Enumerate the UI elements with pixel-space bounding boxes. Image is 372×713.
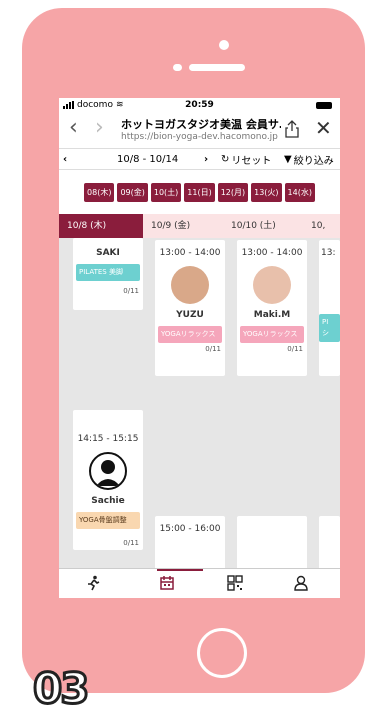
share-icon[interactable]: [285, 120, 299, 138]
qr-code-icon[interactable]: [227, 575, 243, 591]
user-icon[interactable]: [293, 575, 309, 591]
step-number: 03: [31, 664, 90, 713]
day-chip[interactable]: 13(火): [251, 182, 282, 202]
page-url: https://bion-yoga-dev.hacomono.jp: [121, 132, 278, 142]
avatar: [253, 266, 291, 304]
forward-button[interactable]: ›: [95, 116, 104, 140]
lesson-time: 13:00 - 14:00: [241, 248, 303, 258]
instructor-name: YUZU: [176, 310, 204, 320]
capacity: 0/11: [205, 345, 221, 353]
lesson-tag: PILATES 美脚: [76, 264, 140, 281]
active-tab-indicator: [157, 569, 203, 571]
lesson-tag: YOGAリラックス: [158, 326, 222, 343]
filter-icon: ▼: [284, 153, 292, 165]
instructor-name: Sachie: [91, 496, 125, 506]
lesson-card[interactable]: 13:00 - 14:00 YUZU YOGAリラックス 0/11: [155, 240, 225, 376]
browser-bar: ‹ › ホットヨガスタジオ美温 会員サ… https://bion-yoga-d…: [59, 112, 340, 148]
lesson-tag: YOGAリラックス: [240, 326, 304, 343]
date-range: 10/8 - 10/14: [117, 153, 179, 165]
lesson-tag: YOGA骨盤調整: [76, 512, 140, 529]
day-chip[interactable]: 09(金): [117, 182, 148, 202]
home-button[interactable]: [197, 628, 247, 678]
lesson-tag: PI シ: [319, 314, 340, 342]
day-tabs: 10/8 (木) 10/9 (金) 10/10 (土) 10,: [59, 214, 340, 238]
tab-day[interactable]: 10/8 (木): [59, 214, 143, 238]
lesson-card[interactable]: SAKI PILATES 美脚 0/11: [73, 238, 143, 310]
lesson-card[interactable]: 13: PI シ: [319, 240, 340, 376]
lesson-time: 13:00 - 14:00: [159, 248, 221, 258]
phone-screen: docomo ≋ 20:59 ‹ › ホットヨガスタジオ美温 会員サ… http…: [59, 98, 340, 598]
day-chip[interactable]: 08(木): [84, 182, 115, 202]
date-range-bar: ‹ 10/8 - 10/14 › ↻ リセット ▼ 絞り込み: [59, 148, 340, 170]
next-week-button[interactable]: ›: [204, 154, 208, 165]
status-bar: docomo ≋ 20:59: [59, 98, 340, 112]
status-time: 20:59: [185, 100, 214, 110]
bottom-nav: [59, 568, 340, 598]
day-chip[interactable]: 14(水): [284, 182, 315, 202]
day-chip[interactable]: 10(土): [150, 182, 182, 202]
running-icon[interactable]: [85, 575, 101, 591]
instructor-name: SAKI: [96, 248, 120, 258]
tab-day[interactable]: 10/10 (土): [223, 214, 303, 238]
lesson-time: 14:15 - 15:15: [77, 434, 139, 444]
filter-button[interactable]: ▼ 絞り込み: [284, 152, 334, 167]
close-button[interactable]: ✕: [315, 116, 332, 140]
capacity: 0/11: [287, 345, 303, 353]
avatar: [89, 452, 127, 490]
prev-week-button[interactable]: ‹: [63, 154, 67, 165]
speaker: [173, 64, 249, 76]
camera-dot: [219, 40, 229, 50]
back-button[interactable]: ‹: [69, 116, 78, 140]
reset-label: リセット: [231, 155, 272, 167]
capacity: 0/11: [123, 539, 139, 547]
reset-icon: ↻: [221, 153, 230, 165]
tab-day[interactable]: 10,: [303, 214, 340, 238]
filter-label: 絞り込み: [293, 155, 334, 167]
lesson-card[interactable]: 13:00 - 14:00 Maki.M YOGAリラックス 0/11: [237, 240, 307, 376]
page-title: ホットヨガスタジオ美温 会員サ…: [121, 118, 281, 131]
day-chip[interactable]: 11(日): [184, 182, 215, 202]
url-block[interactable]: ホットヨガスタジオ美温 会員サ… https://bion-yoga-dev.h…: [121, 116, 281, 142]
calendar-icon[interactable]: [159, 575, 175, 591]
instructor-name: Maki.M: [253, 310, 291, 320]
schedule-grid: SAKI PILATES 美脚 0/11 14:15 - 15:15 Sachi…: [59, 238, 340, 578]
lesson-card[interactable]: 14:15 - 15:15 Sachie YOGA骨盤調整 0/11: [73, 410, 143, 550]
reset-button[interactable]: ↻ リセット: [221, 152, 271, 167]
day-chip[interactable]: 12(月): [217, 182, 249, 202]
day-chips: 08(木) 09(金) 10(土) 11(日) 12(月) 13(火) 14(水…: [59, 170, 340, 214]
tab-day[interactable]: 10/9 (金): [143, 214, 223, 238]
lesson-time: 13:: [321, 248, 336, 258]
capacity: 0/11: [123, 287, 139, 295]
lesson-time: 15:00 - 16:00: [159, 524, 221, 534]
battery-icon: [316, 102, 332, 109]
avatar: [171, 266, 209, 304]
